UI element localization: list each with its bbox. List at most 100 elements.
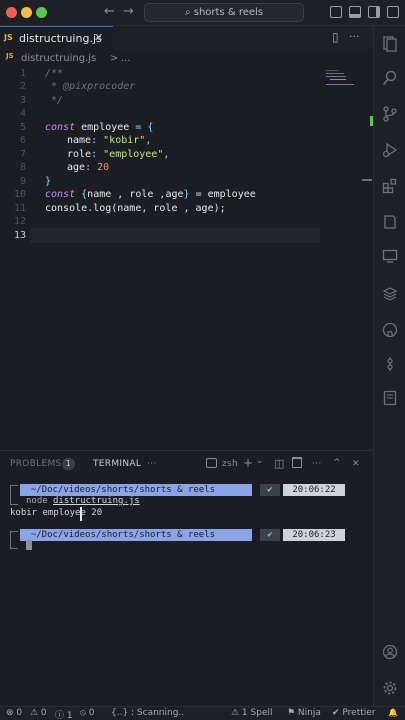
command-file[interactable]: distructruing.js [53,496,140,506]
layers-icon[interactable] [382,286,398,302]
close-window-button[interactable] [6,7,17,18]
bottom-panel: PROBLEMS 1 TERMINAL ··· zsh + ⌄ ◫ ··· ^ … [0,450,373,706]
notes-icon[interactable] [382,390,398,406]
prompt-time: 20:06:22 [283,484,345,496]
minimap[interactable] [326,70,366,90]
prompt-time: 20:06:23 [283,529,345,541]
timeline-icon[interactable] [382,356,398,372]
code-line-8: age: 20 [67,162,110,173]
close-panel-icon[interactable]: ✕ [352,459,360,469]
js-file-icon: JS [4,33,13,42]
line-number: 12 [13,216,26,227]
line-number: 10 [13,189,26,200]
line-number: 5 [19,122,26,133]
code-editor[interactable]: 1 /** 2 * @pixprocoder 3 */ 4 5 const empl… [0,68,373,450]
split-terminal-icon[interactable]: ◫ [274,457,285,470]
code-line-2: * @pixprocoder [45,81,136,92]
customize-layout-icon[interactable] [387,6,399,18]
code-line-10: const {name , role ,age} = employee [45,189,256,200]
code-line-6: name: "kobir", [67,135,152,146]
breadcrumb-file[interactable]: distructruing.js [21,53,96,64]
ports-indicator[interactable]: ⦸ 0 [80,708,94,718]
code-line-7: role: "employee", [67,149,170,160]
prompt-status-check: ✔ [260,529,280,541]
breadcrumb-more[interactable]: ... [121,53,131,64]
settings-gear-icon[interactable] [382,680,398,696]
prompt-path: ~/Doc/videos/shorts/shorts & reels [20,529,252,541]
line-number: 6 [19,135,26,146]
extensions-icon[interactable] [382,178,398,194]
tab-label: distructruing.js [19,32,102,45]
prompt-status-check: ✔ [260,484,280,496]
tab-terminal[interactable]: TERMINAL [93,459,141,469]
forward-arrow-icon[interactable]: → [123,4,134,19]
maximize-panel-icon[interactable]: ^ [333,458,341,468]
terminal-shell-icon [206,458,217,468]
line-number: 1 [19,68,26,79]
maximize-window-button[interactable] [36,7,47,18]
breadcrumb-separator: > [110,53,119,64]
line-number: 13 [13,230,26,241]
editor-more-actions-icon[interactable]: ··· [349,30,360,43]
new-terminal-icon[interactable]: + [243,456,253,470]
panel-more-actions-icon[interactable]: ··· [312,459,321,469]
scanning-status[interactable]: {..} : Scanning.. [111,708,184,718]
panel-more-tabs-icon[interactable]: ··· [147,459,156,469]
problems-count-badge: 1 [62,458,75,470]
code-line-9: } [45,176,52,187]
line-number: 7 [19,149,26,160]
toggle-secondary-sidebar-icon[interactable] [368,6,380,18]
status-bar: ⊗ 0 ⚠ 0 ⓘ 1 ⦸ 0 {..} : Scanning.. ⚠ 1 Sp… [0,706,405,720]
back-arrow-icon[interactable]: ← [104,4,115,19]
line-number: 2 [19,81,26,92]
prompt-path: ~/Doc/videos/shorts/shorts & reels [20,484,252,496]
tab-problems[interactable]: PROBLEMS [10,459,62,469]
explorer-icon[interactable] [382,36,398,52]
split-editor-icon[interactable]: ▯ [332,30,339,44]
notifications-bell-icon[interactable]: 🔔 [388,708,398,717]
warnings-indicator[interactable]: ⚠ 0 [30,708,47,718]
js-file-icon: JS [6,52,14,60]
kill-terminal-icon[interactable] [292,457,302,468]
command-search-box[interactable]: ⌕ shorts & reels [144,3,304,22]
text-cursor-icon [80,507,82,521]
toggle-sidebar-icon[interactable] [330,6,342,18]
terminal-dropdown-icon[interactable]: ⌄ [256,456,264,466]
github-icon[interactable] [382,322,398,338]
breadcrumb: JS distructruing.js > ... [0,50,373,68]
run-debug-icon[interactable] [382,142,398,158]
prompt-bracket [10,485,18,505]
ninja-status[interactable]: ⚑ Ninja [287,708,321,718]
toggle-panel-icon[interactable] [349,6,361,18]
code-line-3: */ [45,95,64,106]
spell-check-status[interactable]: ⚠ 1 Spell [231,708,272,718]
code-line-1: /** [45,68,64,79]
account-icon[interactable] [382,644,398,660]
line-number: 9 [19,176,26,187]
line-number: 4 [19,108,26,119]
tab-distructruing-js[interactable]: JS distructruing.js ✕ [0,26,113,50]
source-control-icon[interactable] [382,106,398,122]
editor-tab-bar: JS distructruing.js ✕ ▯ ··· [0,26,373,50]
testing-icon[interactable] [382,214,398,230]
close-tab-icon[interactable]: ✕ [94,31,103,44]
info-indicator[interactable]: ⓘ 1 [55,708,73,720]
title-bar: ← → ⌕ shorts & reels [0,0,405,26]
remote-explorer-icon[interactable] [382,248,398,264]
line-number: 3 [19,95,26,106]
command-prefix: node [26,496,54,506]
line-number: 11 [13,203,26,214]
terminal-output: kobir employee 20 [10,508,103,518]
terminal-shell-name[interactable]: zsh [222,459,238,469]
overview-ruler-mark [362,179,372,181]
activity-bar [373,26,405,720]
line-number: 8 [19,162,26,173]
prompt-bracket [10,531,18,549]
terminal-cursor[interactable] [26,540,32,550]
minimize-window-button[interactable] [21,7,32,18]
code-line-11: console.log(name, role , age); [45,203,226,214]
search-icon[interactable] [382,70,398,86]
errors-indicator[interactable]: ⊗ 0 [6,708,22,718]
prettier-status[interactable]: ✔ Prettier [332,708,376,718]
code-line-5: const employee = { [45,122,154,133]
